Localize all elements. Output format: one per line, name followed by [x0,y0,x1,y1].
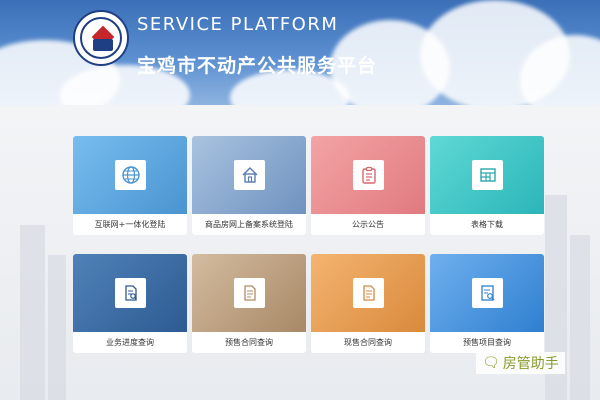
tile-label: 表格下载 [471,220,503,229]
tile-label: 预售项目查询 [463,338,511,347]
tile-label: 现售合同查询 [344,338,392,347]
tile-public-notice[interactable]: 公示公告 [311,136,425,235]
platform-title-en: SERVICE PLATFORM [137,14,339,35]
tile-form-download[interactable]: 表格下载 [430,136,544,235]
tile-spot-sale-contract-query[interactable]: 现售合同查询 [311,254,425,353]
watermark-text: 房管助手 [502,356,559,372]
logo-emblem [80,17,122,59]
chat-icon: 🗨 [482,355,500,371]
logo-book-icon [93,39,113,51]
table-icon [472,160,503,190]
building-silhouette [20,225,45,400]
logo [73,10,129,66]
document-icon [234,278,265,308]
platform-title-cn: 宝鸡市不动产公共服务平台 [137,55,378,77]
header-banner: SERVICE PLATFORM 宝鸡市不动产公共服务平台 [0,0,600,105]
project-search-icon [472,278,503,308]
tile-label: 公示公告 [352,220,384,229]
tile-commercial-housing-filing-login[interactable]: 商品房网上备案系统登陆 [192,136,306,235]
document-search-icon [115,278,146,308]
watermark: 🗨 房管助手 [476,352,565,374]
tile-label: 预售合同查询 [225,338,273,347]
building-silhouette [48,255,66,400]
house-icon [234,160,265,190]
tile-label: 商品房网上备案系统登陆 [205,220,293,229]
building-silhouette [570,235,590,400]
tile-internet-login[interactable]: 互联网+一体化登陆 [73,136,187,235]
tile-label: 互联网+一体化登陆 [94,220,166,229]
document-icon [353,278,384,308]
tile-presale-contract-query[interactable]: 预售合同查询 [192,254,306,353]
tile-label: 业务进度查询 [106,338,154,347]
globe-icon [115,160,146,190]
clipboard-icon [353,160,384,190]
tile-business-progress-query[interactable]: 业务进度查询 [73,254,187,353]
tile-presale-project-query[interactable]: 预售项目查询 [430,254,544,353]
